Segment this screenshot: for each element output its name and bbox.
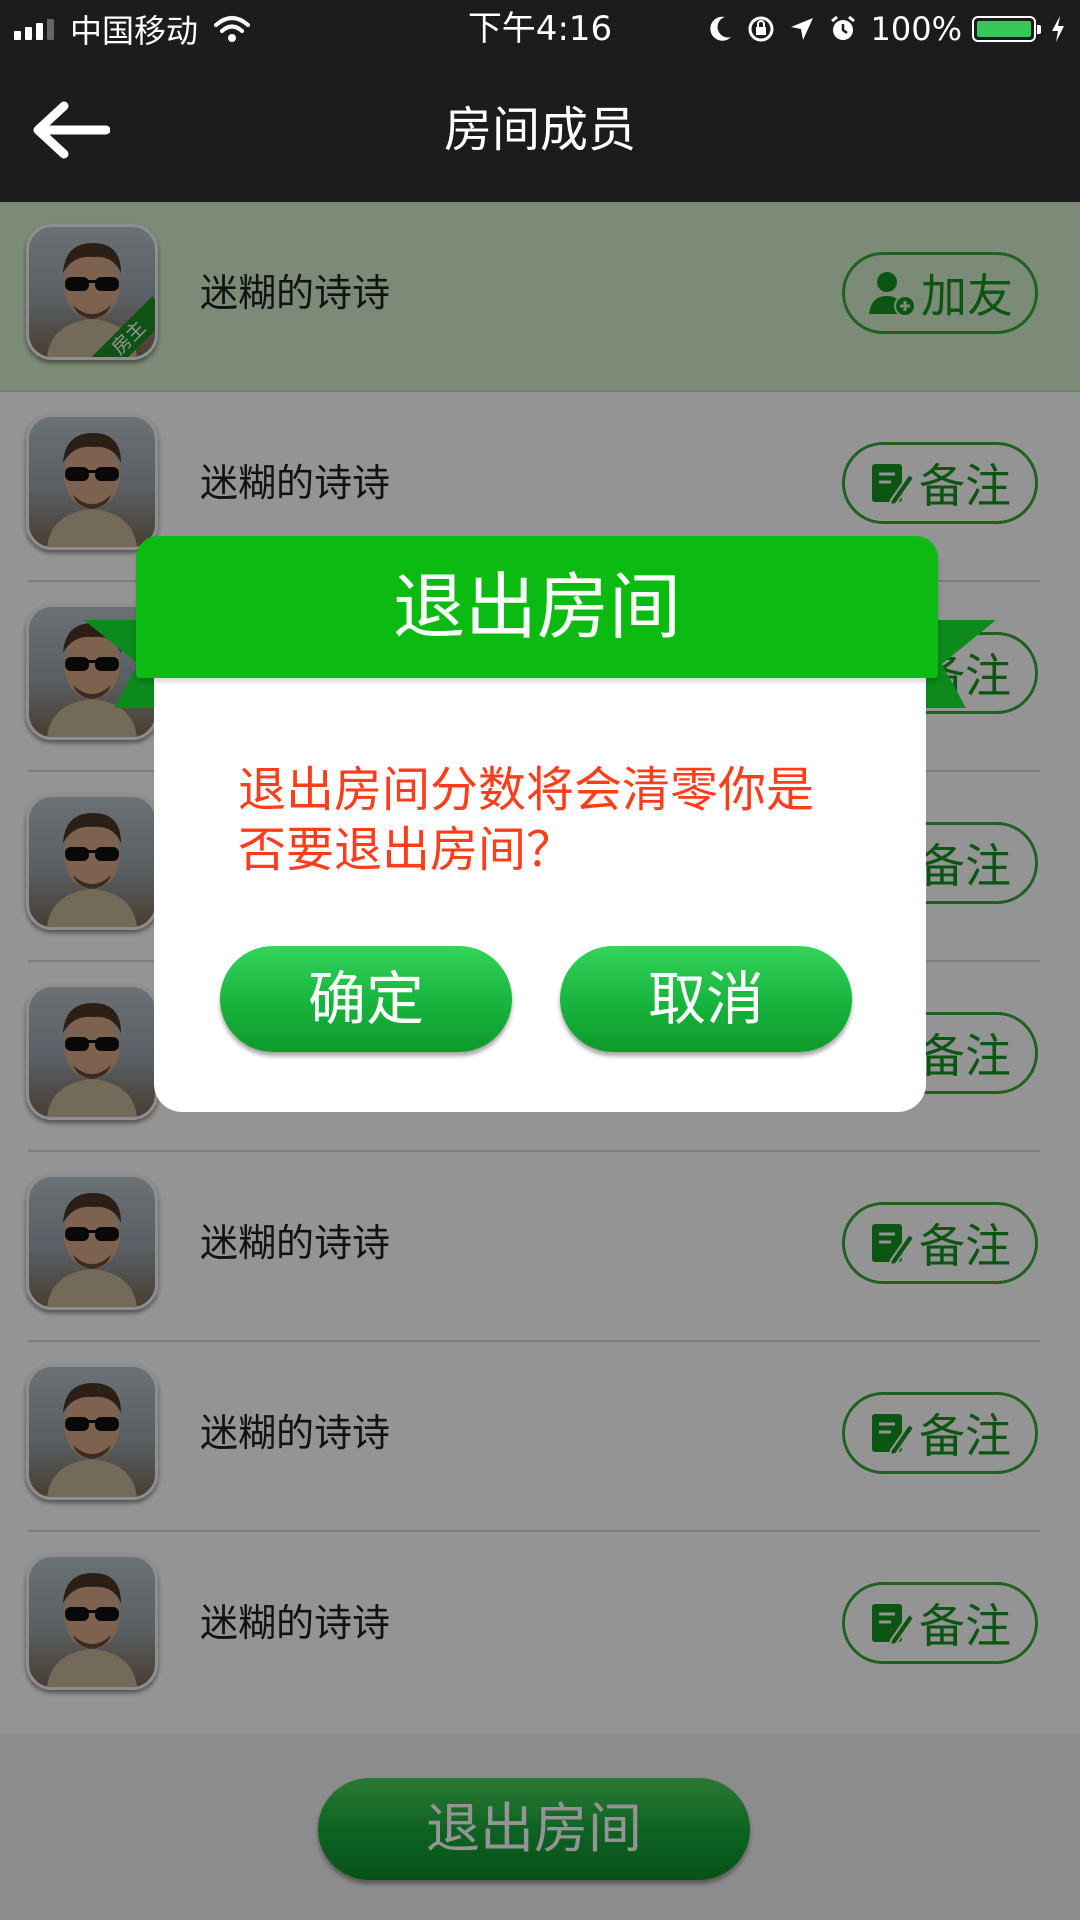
- charging-icon: [1052, 16, 1064, 42]
- cancel-button[interactable]: 取消: [560, 946, 852, 1052]
- battery-icon: [972, 16, 1041, 42]
- status-bar: 中国移动 下午4:16 100%: [0, 0, 1080, 58]
- confirm-button[interactable]: 确定: [220, 946, 512, 1052]
- rotation-lock-icon: [748, 16, 774, 42]
- location-icon: [790, 18, 813, 40]
- dialog-message: 退出房间分数将会清零你是否要退出房间？: [238, 762, 815, 878]
- page-title: 房间成员: [443, 102, 636, 158]
- moon-icon: [709, 16, 731, 41]
- alarm-icon: [830, 15, 855, 40]
- battery-percent: 100%: [870, 10, 962, 48]
- nav-bar: 房间成员: [0, 58, 1080, 202]
- dialog-title: 退出房间: [136, 536, 938, 678]
- status-right: 100%: [693, 8, 1066, 50]
- leave-room-dialog: 退出房间分数将会清零你是否要退出房间？ 确定 取消: [154, 660, 926, 1112]
